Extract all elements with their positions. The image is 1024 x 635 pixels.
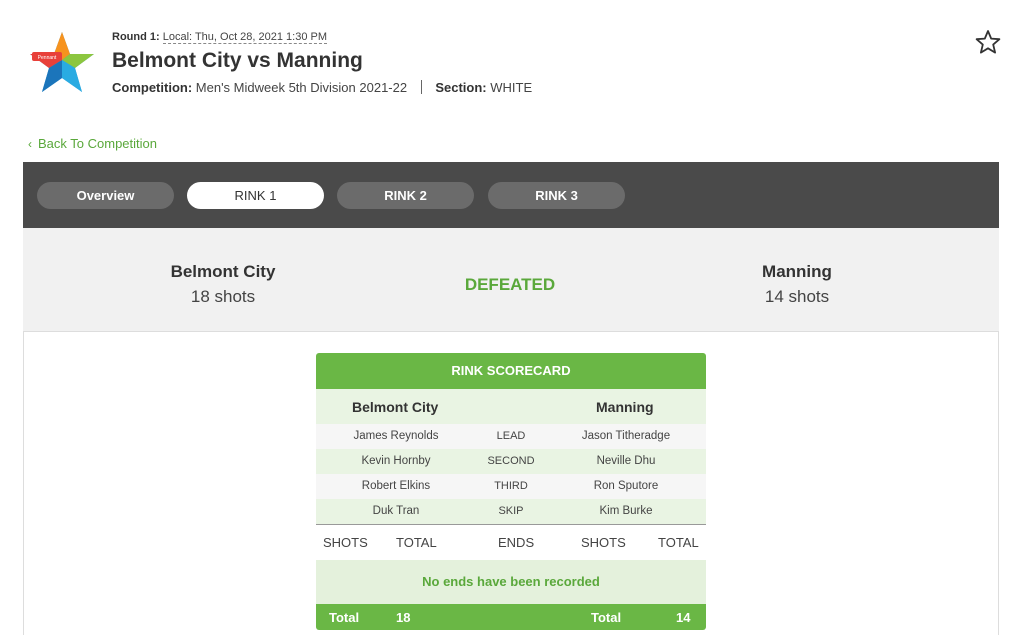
scorecard-teams-row: Belmont City Manning bbox=[316, 389, 706, 424]
player-position: SECOND bbox=[487, 455, 535, 467]
tab-overview[interactable]: Overview bbox=[37, 182, 174, 209]
home-team-shots: 18 shots bbox=[190, 287, 256, 306]
home-player: Duk Tran bbox=[372, 505, 420, 517]
away-total-label: Total bbox=[591, 610, 622, 625]
result-status: DEFEATED bbox=[464, 275, 556, 294]
competition-info: Competition: Men's Midweek 5th Division … bbox=[112, 80, 532, 95]
player-row: Kevin Hornby SECOND Neville Dhu bbox=[316, 449, 706, 474]
favorite-star-icon[interactable] bbox=[975, 29, 1001, 55]
away-total-value: 14 bbox=[676, 610, 691, 625]
away-team-summary: Manning 14 shots bbox=[687, 262, 907, 307]
round-datetime: Local: Thu, Oct 28, 2021 1:30 PM bbox=[162, 31, 328, 44]
page-title: Belmont City vs Manning bbox=[112, 49, 363, 72]
away-player: Jason Titheradge bbox=[581, 430, 671, 442]
away-team-name: Manning bbox=[762, 262, 832, 281]
scorecard-column-headers: SHOTS TOTAL ENDS SHOTS TOTAL bbox=[316, 524, 706, 560]
section-label: Section: bbox=[435, 80, 487, 95]
away-team-shots: 14 shots bbox=[764, 287, 830, 306]
scorecard-home-team: Belmont City bbox=[352, 399, 439, 415]
rink-tab-bar: Overview RINK 1 RINK 2 RINK 3 bbox=[23, 162, 999, 228]
rink-scorecard: RINK SCORECARD Belmont City Manning Jame… bbox=[316, 353, 706, 630]
divider bbox=[420, 80, 422, 94]
col-shots-home: SHOTS bbox=[323, 535, 368, 550]
back-link-label: Back To Competition bbox=[38, 136, 157, 151]
tab-rink-3[interactable]: RINK 3 bbox=[488, 182, 625, 209]
home-team-summary: Belmont City 18 shots bbox=[113, 262, 333, 307]
chevron-left-icon: ‹ bbox=[28, 137, 32, 151]
player-position: SKIP bbox=[498, 505, 524, 517]
brand-logo: Pennant bbox=[28, 30, 96, 98]
home-player: Robert Elkins bbox=[361, 480, 431, 492]
scorecard-title: RINK SCORECARD bbox=[316, 353, 706, 389]
round-label: Round 1: bbox=[112, 31, 160, 43]
scorecard-total-row: Total 18 Total 14 bbox=[316, 604, 706, 630]
col-shots-away: SHOTS bbox=[581, 535, 626, 550]
home-team-name: Belmont City bbox=[170, 262, 276, 281]
competition-label: Competition: bbox=[112, 80, 193, 95]
home-player: James Reynolds bbox=[353, 430, 439, 442]
home-total-label: Total bbox=[329, 610, 360, 625]
col-ends: ENDS bbox=[498, 535, 535, 550]
round-info: Round 1: Local: Thu, Oct 28, 2021 1:30 P… bbox=[112, 31, 328, 44]
player-row: Robert Elkins THIRD Ron Sputore bbox=[316, 474, 706, 499]
col-total-home: TOTAL bbox=[396, 535, 437, 550]
back-to-competition-link[interactable]: ‹ Back To Competition bbox=[28, 136, 157, 151]
competition-value: Men's Midweek 5th Division 2021-22 bbox=[195, 80, 408, 95]
player-position: LEAD bbox=[496, 430, 526, 442]
player-position: THIRD bbox=[494, 480, 528, 492]
svg-text:Pennant: Pennant bbox=[38, 55, 57, 61]
section-value: WHITE bbox=[490, 80, 533, 95]
home-player: Kevin Hornby bbox=[361, 455, 431, 467]
tab-rink-1[interactable]: RINK 1 bbox=[187, 182, 324, 209]
away-player: Kim Burke bbox=[599, 505, 653, 517]
away-player: Neville Dhu bbox=[596, 455, 656, 467]
no-ends-message: No ends have been recorded bbox=[316, 560, 706, 604]
player-row: James Reynolds LEAD Jason Titheradge bbox=[316, 424, 706, 449]
col-total-away: TOTAL bbox=[658, 535, 699, 550]
match-result-summary: Belmont City 18 shots DEFEATED Manning 1… bbox=[23, 228, 999, 332]
home-total-value: 18 bbox=[396, 610, 411, 625]
player-row: Duk Tran SKIP Kim Burke bbox=[316, 499, 706, 524]
away-player: Ron Sputore bbox=[593, 480, 659, 492]
tab-rink-2[interactable]: RINK 2 bbox=[337, 182, 474, 209]
scorecard-away-team: Manning bbox=[596, 399, 654, 415]
